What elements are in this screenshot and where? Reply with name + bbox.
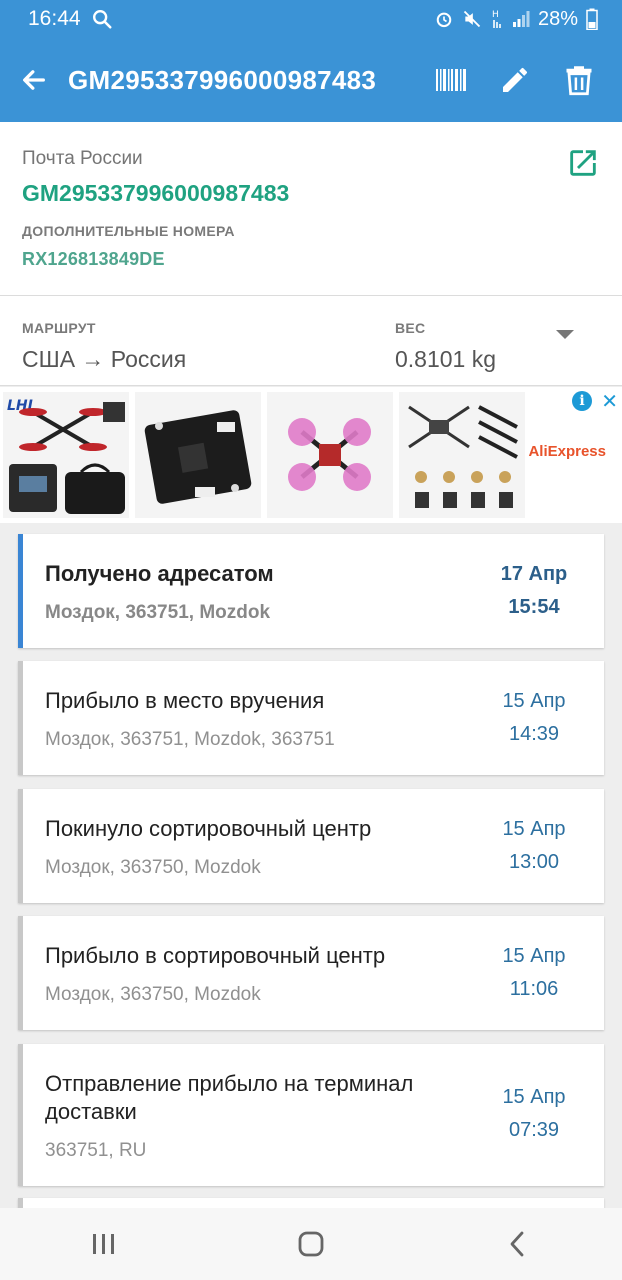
recent-apps-icon <box>92 1234 114 1254</box>
event-title: Прибыло в место вручения <box>45 688 325 713</box>
status-bar: 16:44 H 28% <box>0 0 622 38</box>
page-title: GM295337996000987483 <box>68 64 377 95</box>
event-location: Моздок, 363750, Mozdok <box>45 857 261 878</box>
tracking-event[interactable]: Прибыло в сортировочный центр Моздок, 36… <box>18 916 604 1030</box>
event-time: 11:06 <box>509 978 559 1000</box>
event-title: Покинуло сортировочный центр <box>45 816 372 841</box>
event-title: Прибыло в сортировочный центр <box>45 943 386 968</box>
delete-button[interactable] <box>558 59 600 101</box>
barcode-button[interactable] <box>430 59 472 101</box>
event-time: 14:39 <box>508 723 560 745</box>
expand-dropdown-icon[interactable] <box>556 330 574 339</box>
signal-icon <box>512 10 530 28</box>
back-nav-button[interactable] <box>488 1214 548 1274</box>
tracking-number[interactable]: GM295337996000987483 <box>22 180 600 207</box>
route-value: США → Россия <box>22 346 187 372</box>
system-nav-bar <box>0 1208 622 1280</box>
event-date: 15 Апр <box>502 818 566 840</box>
ad-product-image[interactable] <box>267 392 393 518</box>
extra-numbers-label: ДОПОЛНИТЕЛЬНЫЕ НОМЕРА <box>22 223 235 239</box>
edit-button[interactable] <box>494 59 536 101</box>
event-location: Моздок, 363750, Mozdok <box>45 984 261 1005</box>
alarm-icon <box>434 9 454 29</box>
pencil-icon <box>503 68 527 92</box>
tracking-event[interactable]: Получено адресатом Моздок, 363751, Mozdo… <box>18 534 604 648</box>
ad-product-image[interactable] <box>399 392 525 518</box>
extra-number[interactable]: RX126813849DE <box>22 249 600 270</box>
event-date: 17 Апр <box>500 563 568 585</box>
arrow-back-icon <box>23 70 45 90</box>
back-button[interactable] <box>0 38 68 122</box>
status-time: 16:44 <box>28 7 81 30</box>
trash-icon <box>566 66 592 96</box>
route-section: МАРШРУТ США → Россия ВЕС 0.8101 kg <box>0 296 622 386</box>
home-button[interactable] <box>281 1214 341 1274</box>
recent-apps-button[interactable] <box>74 1214 134 1274</box>
search-icon <box>91 8 113 30</box>
barcode-icon <box>436 69 466 91</box>
event-date: 15 Апр <box>502 945 566 967</box>
event-location: Моздок, 363751, Mozdok <box>45 602 271 623</box>
chevron-left-icon <box>510 1231 524 1257</box>
event-date: 15 Апр <box>502 1086 566 1108</box>
svg-text:H: H <box>492 10 499 20</box>
event-location: 363751, RU <box>45 1140 147 1161</box>
tracking-event[interactable]: Отправление прибыло на терминал доставки… <box>18 1044 604 1186</box>
event-time: 07:39 <box>508 1119 560 1141</box>
route-label: МАРШРУТ <box>22 320 96 336</box>
tracking-event[interactable]: Покинуло сортировочный центр Моздок, 363… <box>18 789 604 903</box>
event-title: Получено адресатом <box>45 561 274 586</box>
app-bar: GM295337996000987483 <box>0 38 622 122</box>
wifi-h-icon: H <box>490 8 504 30</box>
ad-product-image[interactable]: LHI <box>3 392 129 518</box>
event-date: 15 Апр <box>502 690 566 712</box>
open-in-new-icon <box>570 150 596 176</box>
event-title: Отправление прибыло на терминал доставки <box>45 1071 414 1124</box>
parcel-info-card: Почта России GM295337996000987483 ДОПОЛН… <box>0 122 622 296</box>
weight-label: ВЕС <box>395 320 426 336</box>
mute-icon <box>462 9 482 29</box>
event-time: 13:00 <box>508 851 560 873</box>
ad-brand-label[interactable]: AliExpress <box>528 443 606 460</box>
battery-percent: 28% <box>537 7 578 30</box>
ad-product-image[interactable] <box>135 392 261 518</box>
open-external-button[interactable] <box>566 146 600 180</box>
battery-icon <box>586 8 598 30</box>
home-icon <box>298 1231 324 1257</box>
ad-banner[interactable]: LHI AliExpress i ✕ <box>0 387 622 523</box>
carrier-name: Почта России <box>22 148 143 169</box>
ad-close-icon[interactable]: ✕ <box>601 389 618 414</box>
event-location: Моздок, 363751, Mozdok, 363751 <box>45 729 335 750</box>
event-time: 15:54 <box>508 596 560 618</box>
tracking-event[interactable]: Прибыло в место вручения Моздок, 363751,… <box>18 661 604 775</box>
ad-info-icon[interactable]: i <box>572 391 592 411</box>
weight-value: 0.8101 kg <box>395 346 497 372</box>
